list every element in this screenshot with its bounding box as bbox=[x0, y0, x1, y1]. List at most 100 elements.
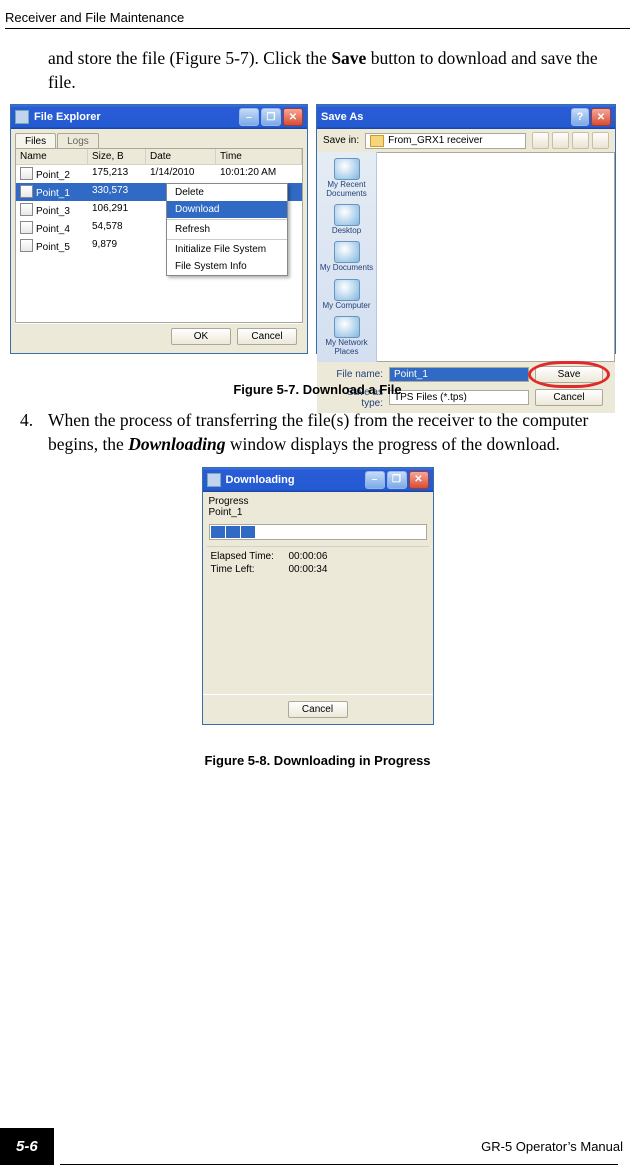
place-label: My Network Places bbox=[319, 339, 374, 356]
place-my-documents[interactable]: My Documents bbox=[319, 239, 374, 274]
cell-name: Point_5 bbox=[16, 238, 88, 254]
cell-name: Point_1 bbox=[16, 184, 88, 200]
figure-5-8-caption: Figure 5-8. Downloading in Progress bbox=[0, 753, 635, 768]
file-explorer-button-row: OK Cancel bbox=[15, 323, 303, 349]
progress-label: Progress bbox=[203, 492, 433, 507]
recent-icon bbox=[334, 158, 360, 180]
place-label: My Recent Documents bbox=[319, 181, 374, 198]
save-type-dropdown[interactable]: TPS Files (*.tps) bbox=[389, 390, 529, 405]
elapsed-label: Elapsed Time: bbox=[211, 551, 289, 562]
close-button[interactable]: ✕ bbox=[591, 108, 611, 126]
network-icon bbox=[334, 316, 360, 338]
cell-name: Point_3 bbox=[16, 202, 88, 218]
tab-logs[interactable]: Logs bbox=[57, 133, 99, 149]
save-as-main: My Recent Documents Desktop My Documents… bbox=[317, 152, 615, 362]
new-folder-icon[interactable] bbox=[572, 132, 589, 149]
save-as-window: Save As ? ✕ Save in: From_GRX1 receiver bbox=[316, 104, 616, 354]
header-rule bbox=[5, 28, 630, 29]
place-label: My Computer bbox=[322, 302, 370, 310]
maximize-button[interactable]: ❐ bbox=[261, 108, 281, 126]
step-4-paragraph: 4.When the process of transferring the f… bbox=[48, 409, 623, 456]
save-as-toolbar: Save in: From_GRX1 receiver bbox=[317, 129, 615, 152]
back-icon[interactable] bbox=[532, 132, 549, 149]
col-time[interactable]: Time bbox=[216, 149, 302, 164]
file-name-field[interactable]: Point_1 bbox=[389, 367, 529, 382]
computer-icon bbox=[334, 279, 360, 301]
documents-icon bbox=[334, 241, 360, 263]
cancel-button[interactable]: Cancel bbox=[535, 389, 603, 406]
file-explorer-body: Files Logs Name Size, B Date Time Point_… bbox=[11, 129, 307, 353]
save-in-value: From_GRX1 receiver bbox=[388, 135, 482, 146]
up-folder-icon[interactable] bbox=[552, 132, 569, 149]
minimize-button[interactable]: – bbox=[365, 471, 385, 489]
downloading-body: Progress Point_1 Elapsed Time: 00:00:06 … bbox=[203, 492, 433, 724]
help-button[interactable]: ? bbox=[571, 108, 589, 126]
close-button[interactable]: ✕ bbox=[409, 471, 429, 489]
cell-size: 175,213 bbox=[88, 166, 146, 182]
col-name[interactable]: Name bbox=[16, 149, 88, 164]
cell-name: Point_2 bbox=[16, 166, 88, 182]
close-button[interactable]: ✕ bbox=[283, 108, 303, 126]
save-in-label: Save in: bbox=[323, 135, 359, 146]
timeleft-value: 00:00:34 bbox=[289, 564, 425, 575]
window-icon bbox=[15, 110, 29, 124]
elapsed-value: 00:00:06 bbox=[289, 551, 425, 562]
cancel-button[interactable]: Cancel bbox=[237, 328, 297, 345]
body-paragraph-continued: and store the file (Figure 5-7). Click t… bbox=[48, 47, 623, 94]
place-recent[interactable]: My Recent Documents bbox=[319, 156, 374, 200]
tab-files[interactable]: Files bbox=[15, 133, 56, 149]
downloading-window: Downloading – ❐ ✕ Progress Point_1 Elaps… bbox=[202, 467, 434, 725]
col-size[interactable]: Size, B bbox=[88, 149, 146, 164]
file-browse-pane[interactable] bbox=[377, 152, 615, 362]
table-row[interactable]: Point_2 175,213 1/14/2010 10:01:20 AM bbox=[16, 165, 302, 183]
file-list-headers[interactable]: Name Size, B Date Time bbox=[16, 149, 302, 165]
place-my-computer[interactable]: My Computer bbox=[319, 277, 374, 312]
file-list: Name Size, B Date Time Point_2 175,213 1… bbox=[15, 148, 303, 323]
cancel-button[interactable]: Cancel bbox=[288, 701, 348, 718]
list-number: 4. bbox=[20, 409, 48, 433]
running-header: Receiver and File Maintenance bbox=[0, 0, 635, 28]
minimize-button[interactable]: – bbox=[239, 108, 259, 126]
places-bar: My Recent Documents Desktop My Documents… bbox=[317, 152, 377, 362]
manual-title: GR-5 Operator’s Manual bbox=[54, 1139, 623, 1154]
ctx-init-filesystem[interactable]: Initialize File System bbox=[167, 241, 287, 258]
cell-size: 9,879 bbox=[88, 238, 146, 254]
context-menu: Delete Download Refresh Initialize File … bbox=[166, 183, 288, 276]
save-as-body: Save in: From_GRX1 receiver My Recent Do… bbox=[317, 129, 615, 413]
figure-5-7-row: File Explorer – ❐ ✕ Files Logs Name Size… bbox=[10, 104, 625, 354]
col-date[interactable]: Date bbox=[146, 149, 216, 164]
cell-size: 106,291 bbox=[88, 202, 146, 218]
downloading-button-row: Cancel bbox=[203, 694, 433, 724]
place-label: Desktop bbox=[332, 227, 361, 235]
window-icon bbox=[207, 473, 221, 487]
progress-bar bbox=[209, 524, 427, 540]
maximize-button[interactable]: ❐ bbox=[387, 471, 407, 489]
save-in-dropdown[interactable]: From_GRX1 receiver bbox=[365, 133, 526, 149]
para1-pre: and store the file (Figure 5-7). Click t… bbox=[48, 48, 331, 68]
cell-time: 10:01:20 AM bbox=[216, 166, 302, 182]
place-network[interactable]: My Network Places bbox=[319, 314, 374, 358]
file-explorer-window: File Explorer – ❐ ✕ Files Logs Name Size… bbox=[10, 104, 308, 354]
ctx-filesystem-info[interactable]: File System Info bbox=[167, 258, 287, 275]
ok-button[interactable]: OK bbox=[171, 328, 231, 345]
cell-size: 330,573 bbox=[88, 184, 146, 200]
file-explorer-titlebar: File Explorer – ❐ ✕ bbox=[11, 105, 307, 129]
progress-file: Point_1 bbox=[203, 507, 433, 522]
para1-bold: Save bbox=[331, 48, 366, 68]
save-as-title: Save As bbox=[321, 111, 363, 123]
ctx-refresh[interactable]: Refresh bbox=[167, 221, 287, 238]
downloading-titlebar: Downloading – ❐ ✕ bbox=[203, 468, 433, 492]
ctx-download[interactable]: Download bbox=[167, 201, 287, 218]
save-button[interactable]: Save bbox=[535, 366, 603, 383]
views-icon[interactable] bbox=[592, 132, 609, 149]
progress-times: Elapsed Time: 00:00:06 Time Left: 00:00:… bbox=[207, 546, 429, 579]
cell-name: Point_4 bbox=[16, 220, 88, 236]
file-name-label: File name: bbox=[323, 369, 383, 380]
place-desktop[interactable]: Desktop bbox=[319, 202, 374, 237]
para2-post: window displays the progress of the down… bbox=[225, 434, 559, 454]
save-as-titlebar: Save As ? ✕ bbox=[317, 105, 615, 129]
timeleft-label: Time Left: bbox=[211, 564, 289, 575]
place-label: My Documents bbox=[320, 264, 373, 272]
ctx-delete[interactable]: Delete bbox=[167, 184, 287, 201]
page-number: 5-6 bbox=[0, 1128, 54, 1165]
